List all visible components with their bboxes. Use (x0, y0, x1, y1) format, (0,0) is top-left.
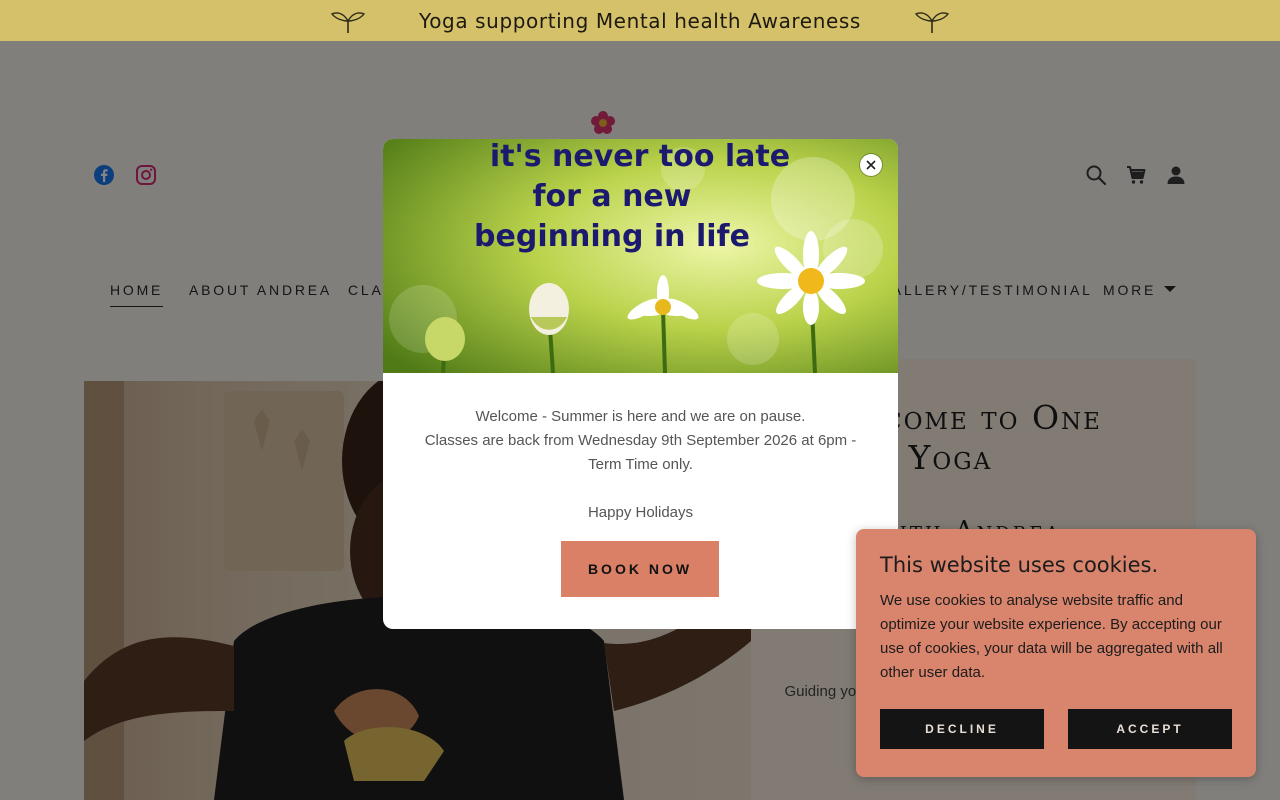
banner-line-3: beginning in life (474, 219, 750, 254)
modal-close-button[interactable] (860, 154, 882, 176)
book-now-button[interactable]: BOOK NOW (561, 541, 719, 597)
modal-line-3: Term Time only. (588, 456, 693, 473)
banner-line-1: it's never too late (490, 139, 790, 174)
modal-banner-image: it's never too late for a new beginning … (383, 139, 898, 373)
sprout-icon (331, 11, 366, 33)
cookie-banner: This website uses cookies. We use cookie… (856, 529, 1256, 777)
cookie-title: This website uses cookies. (880, 553, 1159, 577)
modal-line-1: Welcome - Summer is here and we are on p… (475, 408, 806, 425)
decline-button[interactable]: DECLINE (880, 709, 1044, 749)
modal-line-5: Happy Holidays (587, 504, 694, 521)
banner-line-2: for a new (532, 179, 691, 214)
cookie-text: We use cookies to analyse website traffi… (880, 592, 1223, 681)
modal-line-2: Classes are back from Wednesday 9th Sept… (424, 432, 857, 449)
sprout-icon (914, 11, 949, 33)
announcement-modal: it's never too late for a new beginning … (383, 139, 898, 629)
modal-line-spacer (383, 477, 898, 501)
accept-button[interactable]: ACCEPT (1068, 709, 1232, 749)
announcement-text: Yoga supporting Mental health Awareness (419, 8, 861, 33)
close-icon (866, 160, 876, 170)
announcement-bar: Yoga supporting Mental health Awareness (0, 0, 1280, 41)
modal-message: Welcome - Summer is here and we are on p… (383, 405, 898, 525)
